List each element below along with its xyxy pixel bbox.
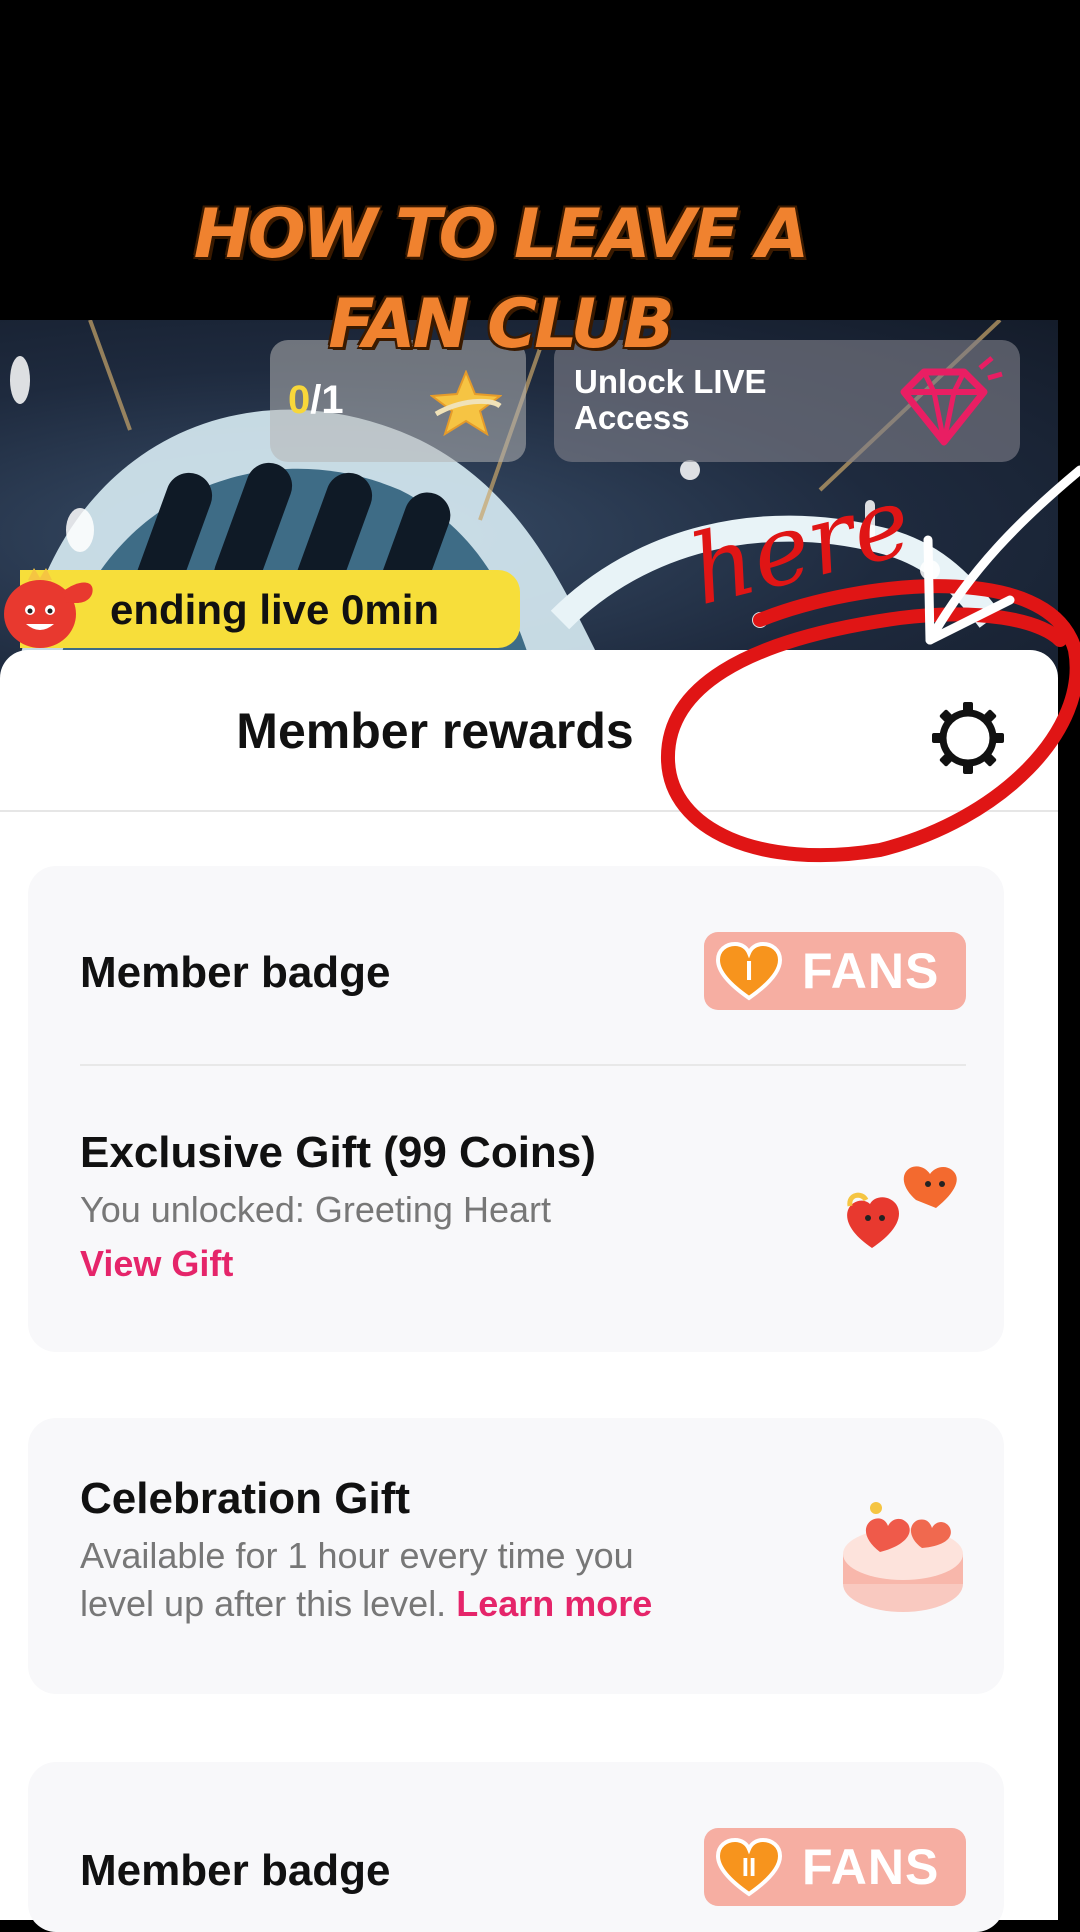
badge-level: II: [742, 1852, 756, 1882]
mascot-icon: [4, 568, 93, 648]
celebration-gift-description-line1: Available for 1 hour every time you: [80, 1535, 634, 1576]
celebration-gift-description-text: level up after this level.: [80, 1583, 447, 1624]
tutorial-title-line2: FAN CLUB: [328, 285, 674, 364]
rewards-card-level-1: Member badge I FANS Exclusive Gift (99 C…: [28, 866, 1004, 1352]
fans-badge-label: FANS: [802, 943, 940, 999]
fans-badge-label: FANS: [802, 1839, 940, 1895]
badge-level: I: [745, 955, 753, 986]
tutorial-title-line1: HOW TO LEAVE A: [193, 195, 809, 274]
heart-badge-icon: II: [716, 1838, 782, 1897]
member-rewards-sheet: Member rewards Member badge I FANS Exclu…: [0, 650, 1058, 1932]
progress-current: 0: [288, 378, 311, 422]
rewards-card-level-2: Member badge II FANS: [28, 1762, 1004, 1932]
progress-counter: 0/1: [288, 378, 344, 423]
exclusive-gift-subtitle: You unlocked: Greeting Heart: [80, 1189, 551, 1230]
sheet-title: Member rewards: [236, 703, 634, 759]
learn-more-link[interactable]: Learn more: [456, 1583, 652, 1624]
greeting-heart-gift-icon: [847, 1166, 957, 1248]
member-badge-title-level-2: Member badge: [80, 1846, 391, 1895]
celebration-gift-title: Celebration Gift: [80, 1474, 411, 1523]
celebration-gift-card: Celebration Gift Available for 1 hour ev…: [28, 1418, 1004, 1694]
tutorial-title: HOW TO LEAVE A FAN CLUB: [0, 190, 1000, 370]
view-gift-link[interactable]: View Gift: [80, 1240, 233, 1288]
fans-badge-level-2: II FANS: [704, 1828, 966, 1906]
heart-badge-icon: I: [716, 942, 782, 1001]
gear-icon[interactable]: [930, 700, 1006, 776]
unlock-live-access-label: Unlock LIVE Access: [574, 363, 767, 436]
exclusive-gift-title: Exclusive Gift (99 Coins): [80, 1128, 596, 1177]
card-divider: [80, 1064, 966, 1066]
progress-total: /1: [310, 378, 344, 422]
star-icon: [430, 370, 502, 436]
celebration-cake-icon: [843, 1502, 963, 1612]
sheet-header: Member rewards: [0, 650, 1058, 812]
member-badge-title: Member badge: [80, 948, 391, 997]
ending-live-label: ending live 0min: [110, 586, 440, 633]
fans-badge-level-1: I FANS: [704, 932, 966, 1010]
celebration-gift-description-line2: level up after this level. Learn more: [80, 1580, 652, 1628]
